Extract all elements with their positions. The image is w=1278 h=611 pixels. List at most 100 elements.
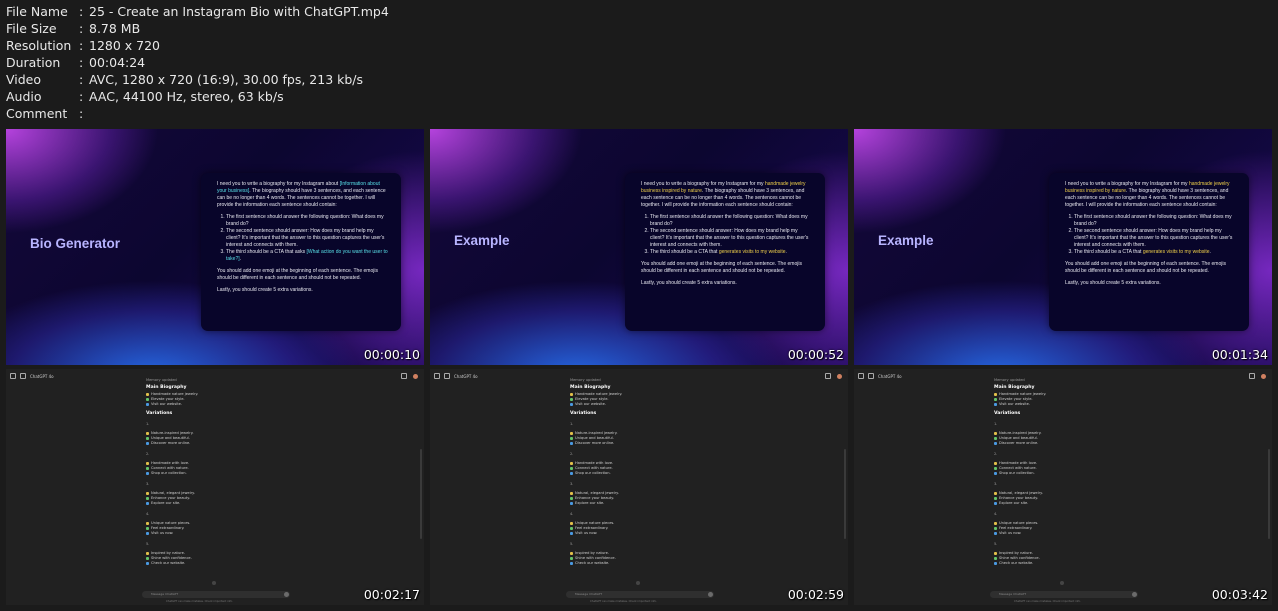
- bio-line: Visit us now.: [994, 531, 1144, 536]
- prompt-list-item: The third should be a CTA that asks [Wha…: [226, 249, 389, 263]
- sep: :: [79, 72, 84, 87]
- emoji-icon: [994, 393, 997, 396]
- chat-response: Memory updated Main Biography Handmade n…: [994, 378, 1144, 566]
- share-icon[interactable]: [825, 373, 831, 379]
- file-name-value: 25 - Create an Instagram Bio with ChatGP…: [89, 4, 389, 19]
- sidebar-icon[interactable]: [434, 373, 440, 379]
- share-icon[interactable]: [1249, 373, 1255, 379]
- thumbnail-2[interactable]: Example I need you to write a biography …: [430, 129, 848, 365]
- prompt-card: I need you to write a biography for my I…: [201, 173, 401, 331]
- emoji-icon: [570, 557, 573, 560]
- bio-line-text: Explore our site.: [151, 501, 181, 505]
- avatar[interactable]: [413, 373, 418, 379]
- bio-line-text: Check our website.: [151, 561, 186, 565]
- chat-header-right: [1249, 373, 1266, 379]
- bio-line-text: Shop our collection.: [151, 471, 187, 475]
- example-highlight: generates visits to my website: [718, 249, 786, 255]
- send-icon[interactable]: [284, 592, 289, 597]
- thumbnail-4[interactable]: ChatGPT 4o Memory updated Main Biography…: [6, 369, 424, 605]
- send-icon[interactable]: [708, 592, 713, 597]
- emoji-icon: [570, 398, 573, 401]
- prompt-text-part: .: [239, 256, 242, 262]
- scroll-down-button[interactable]: [1060, 581, 1064, 585]
- scrollbar[interactable]: [420, 449, 422, 539]
- bio-line-text: Explore our site.: [575, 501, 605, 505]
- scrollbar[interactable]: [844, 449, 846, 539]
- bio-line: Discover more online.: [570, 441, 720, 446]
- emoji-icon: [146, 398, 149, 401]
- thumbnail-6[interactable]: ChatGPT 4o Memory updated Main Biography…: [854, 369, 1272, 605]
- bio-line: Visit us now.: [570, 531, 720, 536]
- emoji-icon: [146, 557, 149, 560]
- prompt-list-item: The first sentence should answer the fol…: [226, 214, 389, 228]
- new-chat-icon[interactable]: [20, 373, 26, 379]
- message-input[interactable]: Message ChatGPT: [990, 591, 1138, 598]
- emoji-icon: [994, 472, 997, 475]
- audio-key: Audio: [6, 89, 42, 104]
- disclaimer: ChatGPT can make mistakes. Check importa…: [1014, 600, 1081, 603]
- emoji-icon: [994, 497, 997, 500]
- sidebar-icon[interactable]: [858, 373, 864, 379]
- new-chat-icon[interactable]: [444, 373, 450, 379]
- bio-line: Check our website.: [570, 561, 720, 566]
- prompt-paragraph: Lastly, you should create 5 extra variat…: [217, 287, 313, 293]
- bio-line: Visit our website.: [570, 402, 720, 407]
- bio-line-text: Check our website.: [999, 561, 1034, 565]
- prompt-list-item: The third should be a CTA that generates…: [1074, 249, 1237, 256]
- thumbnail-3[interactable]: Example I need you to write a biography …: [854, 129, 1272, 365]
- variation-number: 1.: [146, 422, 150, 426]
- scrollbar[interactable]: [1268, 449, 1270, 539]
- timestamp: 00:00:52: [787, 347, 844, 362]
- prompt-text: I need you to write a biography for my I…: [217, 181, 389, 299]
- variation-group: 4. Unique nature pieces. Feel extraordinar…: [994, 512, 1144, 536]
- bio-line: Check our website.: [146, 561, 296, 566]
- new-chat-icon[interactable]: [868, 373, 874, 379]
- variation-group: 5. Inspired by nature. Shine with confiden…: [146, 542, 296, 566]
- thumbnail-1[interactable]: Bio Generator I need you to write a biog…: [6, 129, 424, 365]
- variation-number: 4.: [146, 512, 150, 516]
- memory-updated-label: Memory updated: [570, 378, 601, 382]
- message-input[interactable]: Message ChatGPT: [566, 591, 714, 598]
- variation-group: 2. Handmade with love. Connect with nature…: [570, 452, 720, 476]
- bio-line: Visit our website.: [146, 402, 296, 407]
- file-size-value: 8.78 MB: [89, 21, 141, 36]
- emoji-icon: [994, 532, 997, 535]
- sep: :: [79, 106, 84, 121]
- emoji-icon: [570, 393, 573, 396]
- prompt-paragraph: You should add one emoji at the beginnin…: [217, 268, 378, 281]
- chat-header-right: [825, 373, 842, 379]
- model-selector[interactable]: ChatGPT 4o: [454, 374, 478, 379]
- prompt-list-item: The first sentence should answer the fol…: [1074, 214, 1237, 228]
- resolution-key: Resolution: [6, 38, 72, 53]
- bio-line-text: Discover more online.: [575, 441, 615, 445]
- thumbnail-5[interactable]: ChatGPT 4o Memory updated Main Biography…: [430, 369, 848, 605]
- emoji-icon: [994, 467, 997, 470]
- video-key: Video: [6, 72, 42, 87]
- disclaimer: ChatGPT can make mistakes. Check importa…: [590, 600, 657, 603]
- prompt-text-part: .: [785, 249, 787, 255]
- send-icon[interactable]: [1132, 592, 1137, 597]
- variation-group: 2. Handmade with love. Connect with nature…: [146, 452, 296, 476]
- emoji-icon: [570, 462, 573, 465]
- prompt-list-item: The second sentence should answer: How d…: [226, 228, 389, 249]
- scroll-down-button[interactable]: [212, 581, 216, 585]
- sidebar-icon[interactable]: [10, 373, 16, 379]
- slide-title: Bio Generator: [30, 236, 121, 251]
- share-icon[interactable]: [401, 373, 407, 379]
- variation-number: 3.: [146, 482, 150, 486]
- scroll-down-button[interactable]: [636, 581, 640, 585]
- emoji-icon: [994, 398, 997, 401]
- emoji-icon: [570, 502, 573, 505]
- prompt-paragraph: You should add one emoji at the beginnin…: [1065, 261, 1226, 274]
- emoji-icon: [570, 437, 573, 440]
- emoji-icon: [570, 432, 573, 435]
- message-input[interactable]: Message ChatGPT: [142, 591, 290, 598]
- avatar[interactable]: [1261, 373, 1266, 379]
- variation-number: 3.: [570, 482, 574, 486]
- model-selector[interactable]: ChatGPT 4o: [878, 374, 902, 379]
- bio-line-text: Visit our website.: [151, 402, 182, 406]
- model-selector[interactable]: ChatGPT 4o: [30, 374, 54, 379]
- prompt-list-item: The second sentence should answer: How d…: [1074, 228, 1237, 249]
- emoji-icon: [570, 492, 573, 495]
- avatar[interactable]: [837, 373, 842, 379]
